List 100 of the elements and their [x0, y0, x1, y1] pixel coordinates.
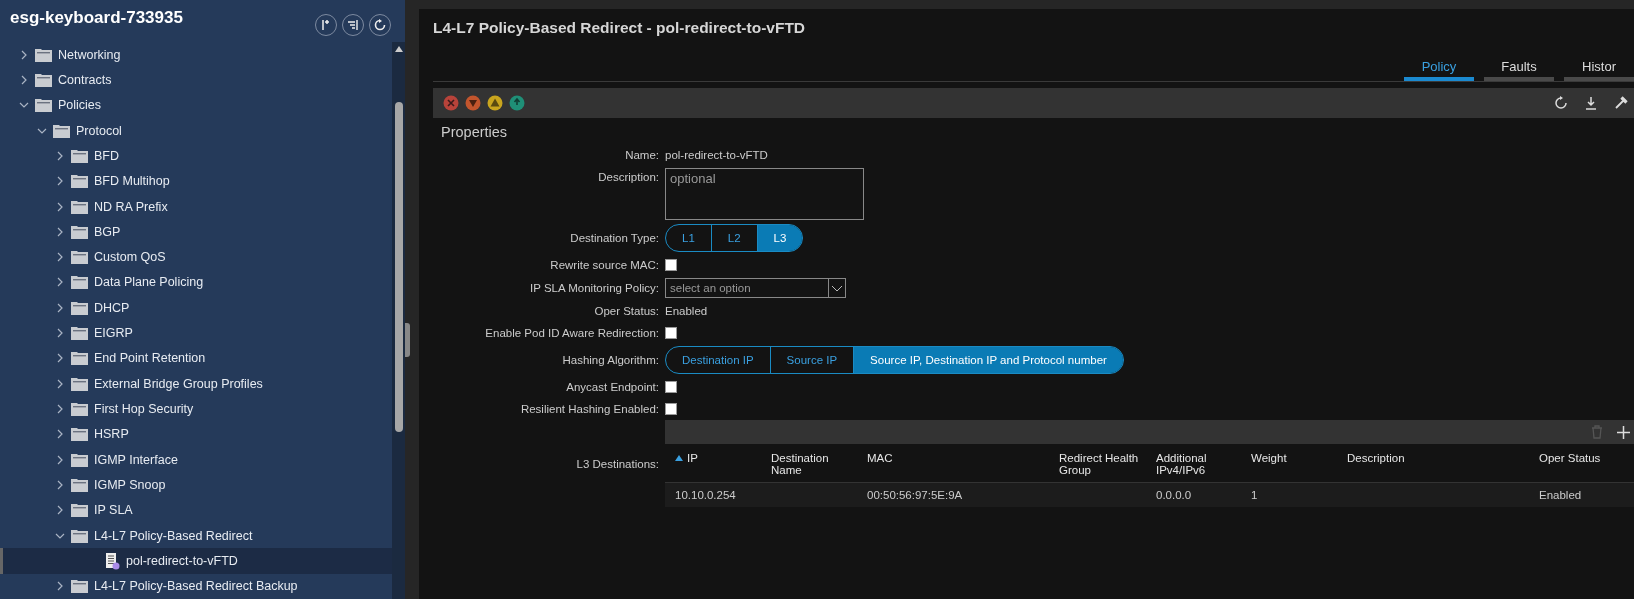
folder-icon [71, 174, 88, 189]
tab[interactable]: Policy [1404, 59, 1474, 81]
tree-item[interactable]: pol-redirect-to-vFTD [0, 548, 392, 574]
tree-item[interactable]: Networking [0, 42, 392, 68]
folder-icon [71, 579, 88, 594]
refresh-icon[interactable] [1554, 96, 1568, 110]
tree-item[interactable]: Data Plane Policing [0, 269, 392, 296]
column-header[interactable]: Additional IPv4/IPv6 [1156, 452, 1236, 476]
download-icon[interactable] [1584, 96, 1598, 110]
sort-icon [347, 19, 359, 31]
tree-item[interactable]: Custom QoS [0, 244, 392, 270]
chevron-right-icon[interactable] [55, 328, 65, 339]
table-cell-text: 10.10.0.254 [675, 489, 737, 501]
chevron-right-icon[interactable] [55, 454, 65, 465]
tree-item[interactable]: HSRP [0, 421, 392, 447]
tree-item[interactable]: Protocol [0, 117, 392, 144]
column-header[interactable]: Destination Name [771, 452, 851, 476]
tree-item[interactable]: ND RA Prefix [0, 193, 392, 220]
column-header[interactable]: MAC [867, 452, 947, 476]
chevron-right-icon[interactable] [55, 176, 65, 187]
folder-icon [35, 72, 52, 87]
chevron-right-icon[interactable] [55, 479, 65, 490]
description-field[interactable]: optional [665, 168, 864, 220]
plus-icon[interactable] [1617, 425, 1630, 439]
table-cell-text: 1 [1251, 489, 1259, 501]
chevron-right-icon[interactable] [55, 353, 65, 364]
chevron-right-icon[interactable] [55, 429, 65, 440]
chevron-right-icon[interactable] [55, 302, 65, 313]
chevron-right-icon[interactable] [55, 277, 65, 288]
info-fault-icon[interactable] [509, 95, 525, 111]
chevron-right-icon[interactable] [55, 378, 65, 389]
tree-item[interactable]: IGMP Interface [0, 447, 392, 473]
folder-icon [71, 250, 88, 265]
segment-option[interactable]: Destination IP [666, 347, 770, 373]
field-value: pol-redirect-to-vFTD [665, 148, 769, 163]
folder-icon [71, 376, 88, 391]
column-header[interactable]: IP [675, 452, 755, 476]
scrollbar[interactable] [392, 42, 405, 599]
chevron-right-icon[interactable] [55, 581, 65, 592]
chevron-right-icon[interactable] [55, 404, 65, 415]
column-header[interactable]: Redirect Health Group [1059, 452, 1139, 476]
sort-ascending-icon [675, 455, 683, 461]
critical-fault-icon[interactable] [443, 95, 459, 111]
segment-option[interactable]: L2 [710, 225, 757, 251]
tree-item[interactable]: IGMP Snoop [0, 472, 392, 498]
panel-title: L4-L7 Policy-Based Redirect - pol-redirect-to-vFTD [432, 18, 807, 38]
folder-icon [71, 402, 88, 417]
tree-item[interactable]: BGP [0, 219, 392, 245]
chevron-right-icon[interactable] [19, 49, 29, 60]
column-header[interactable]: Weight [1251, 452, 1331, 476]
folder-icon [71, 351, 88, 366]
tree-item[interactable]: External Bridge Group Profiles [0, 371, 392, 397]
chevron-right-icon[interactable] [55, 150, 65, 161]
chevron-right-icon[interactable] [19, 74, 29, 85]
warning-fault-icon[interactable] [487, 95, 503, 111]
folder-icon [71, 300, 88, 315]
checkbox[interactable] [665, 259, 677, 271]
folder-icon [35, 98, 52, 113]
segment-option[interactable]: Source IP, Destination IP and Protocol number [853, 347, 1123, 373]
checkbox[interactable] [665, 403, 677, 415]
major-fault-icon[interactable] [465, 95, 481, 111]
tree-item[interactable]: L4-L7 Policy-Based Redirect Backup [0, 573, 392, 599]
chevron-right-icon[interactable] [55, 505, 65, 516]
tree-item[interactable]: L4-L7 Policy-Based Redirect [0, 522, 392, 549]
field-label: Anycast Endpoint: [565, 380, 659, 395]
tree-item[interactable]: IP SLA [0, 497, 392, 523]
section-title: Properties [440, 123, 509, 140]
column-header[interactable]: Oper Status [1539, 452, 1619, 476]
field-value: Enabled [665, 304, 709, 319]
scroll-up-icon[interactable] [394, 46, 403, 52]
column-header[interactable]: Description [1347, 452, 1427, 476]
tree-item[interactable]: BFD [0, 143, 392, 169]
field-label: Destination Type: [569, 231, 659, 246]
table-cell-text: 0.0.0.0 [1156, 489, 1193, 501]
folder-icon [71, 224, 88, 239]
segment-option[interactable]: L1 [666, 225, 711, 251]
tab[interactable]: Histor [1564, 59, 1634, 81]
chevron-right-icon[interactable] [55, 226, 65, 237]
tree-item[interactable]: Contracts [0, 67, 392, 93]
segment-option[interactable]: L3 [756, 225, 803, 251]
resize-handle[interactable] [405, 322, 410, 357]
select-field[interactable]: select an option [665, 278, 846, 298]
tree-item[interactable]: End Point Retention [0, 345, 392, 372]
chevron-right-icon[interactable] [55, 201, 65, 212]
tree-title: esg-keyboard-733935 [10, 8, 183, 28]
checkbox[interactable] [665, 327, 677, 339]
tree-item[interactable]: DHCP [0, 295, 392, 321]
tab[interactable]: Faults [1484, 59, 1554, 81]
tree-item[interactable]: EIGRP [0, 320, 392, 346]
checkbox[interactable] [665, 381, 677, 393]
tree-item[interactable]: BFD Multihop [0, 168, 392, 194]
table-cell-text: Enabled [1539, 489, 1583, 501]
tools-icon[interactable] [1614, 96, 1628, 110]
folder-icon [71, 503, 88, 518]
folder-icon [71, 427, 88, 442]
chevron-right-icon[interactable] [55, 252, 65, 263]
tree-item[interactable]: Policies [0, 92, 392, 118]
refresh-icon [374, 19, 386, 31]
folder-icon [53, 123, 70, 138]
tree-item[interactable]: First Hop Security [0, 396, 392, 422]
